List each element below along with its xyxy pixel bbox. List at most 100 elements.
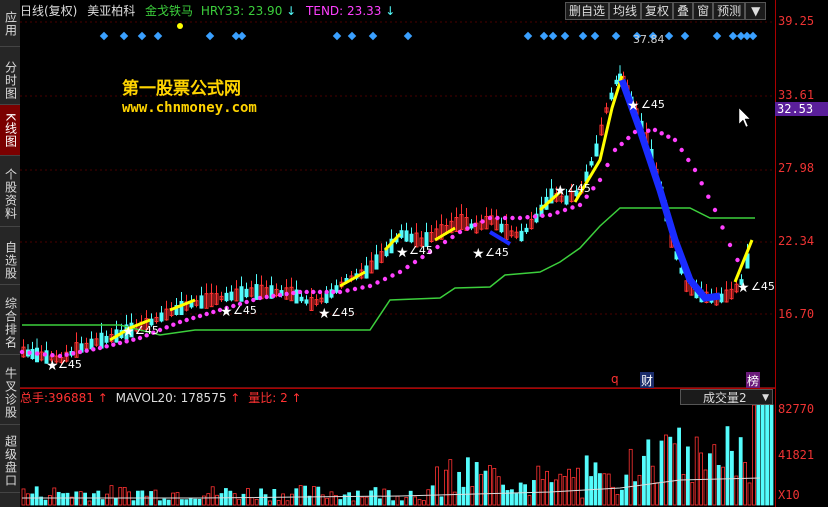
trend-dot [562, 207, 568, 213]
price-tick: 39.25 [778, 14, 815, 28]
volume-bar [210, 486, 215, 506]
trend-dot [502, 215, 508, 221]
diamond-icon [205, 31, 215, 41]
volume-indicator-select[interactable]: 成交量2 ▼ [680, 389, 773, 405]
trend-dot [297, 289, 303, 295]
star-icon: ★ [737, 280, 750, 296]
star-icon: ★ [627, 98, 640, 114]
volume-bar [417, 499, 422, 506]
volume-bar [738, 437, 743, 506]
volume-bar [329, 491, 334, 506]
volume-bar [496, 476, 501, 506]
star-icon: ★ [396, 245, 409, 261]
volume-bar [721, 466, 725, 506]
candle-body [304, 299, 309, 304]
trend-dot [271, 293, 276, 299]
volume-bar [61, 493, 65, 506]
candle-body [104, 335, 109, 343]
trend-dot [171, 322, 176, 327]
candle-body [224, 292, 229, 302]
trend-dot [591, 186, 596, 191]
volume-bar [311, 486, 316, 506]
angle-label: ∠45 [485, 246, 509, 259]
diamond-icon [680, 31, 690, 41]
volume-bar [250, 497, 255, 506]
candle-body [159, 312, 164, 322]
volume-bar [470, 486, 475, 506]
trend-dot [720, 225, 725, 230]
trend-dot [480, 219, 485, 224]
marker-finance[interactable]: 财 [640, 372, 655, 389]
trend-dot [472, 222, 478, 228]
trend-dot [375, 280, 380, 285]
diamond-icon [548, 31, 558, 41]
trend-dot [397, 269, 403, 275]
diamond-icon [560, 31, 570, 41]
volume-bar [686, 446, 690, 506]
trend-dot [64, 352, 69, 357]
volume-bar [523, 484, 527, 506]
diamond-icon [748, 31, 758, 41]
volume-bar [30, 493, 35, 506]
volume-bar [83, 492, 87, 506]
trend-dot [117, 340, 123, 346]
volume-bar [549, 482, 554, 506]
volume-bar [267, 500, 272, 506]
candle-body [499, 223, 504, 233]
volume-bar [166, 499, 171, 506]
trend-dot [27, 350, 32, 355]
candle-body [254, 284, 259, 300]
trend-dot [35, 351, 40, 356]
volume-bar [219, 493, 224, 506]
trend-dot [457, 229, 463, 235]
volume-bar [668, 436, 673, 506]
volume-bar [615, 494, 620, 506]
trend-dot [692, 167, 698, 173]
candle-body [364, 265, 369, 279]
volume-bar [241, 493, 246, 506]
total-volume-value: 396881 [48, 391, 94, 405]
volume-bar [193, 498, 198, 506]
volume-bar [664, 434, 668, 506]
volume-bar [492, 468, 497, 506]
volume-bar [509, 489, 514, 506]
volume-bar [426, 489, 431, 506]
trend-dot [612, 147, 618, 153]
trend-dot [659, 131, 664, 136]
volume-bar [404, 496, 409, 506]
marker-q[interactable]: q [611, 372, 619, 386]
volume-bar [730, 450, 734, 506]
volume-bar [765, 404, 769, 506]
candle-body [324, 293, 329, 303]
volume-bar [25, 493, 30, 506]
trend-dot [264, 294, 269, 300]
volume-bar [435, 466, 440, 506]
cursor-icon [738, 107, 751, 128]
volume-bar [650, 465, 655, 506]
angle-label: ∠45 [567, 182, 591, 195]
diamond-icon [539, 31, 549, 41]
trend-dot [77, 349, 83, 355]
volume-bar [298, 485, 303, 506]
volume-bar [620, 489, 624, 506]
trend-dot [405, 264, 410, 270]
trend-dot [597, 177, 603, 183]
marker-list[interactable]: 榜 [746, 372, 761, 389]
trend-dot [435, 244, 440, 250]
volume-bar [611, 486, 615, 506]
diamond-icon [99, 31, 109, 41]
volume-bar [580, 497, 585, 506]
volume-bar [188, 498, 193, 506]
trend-dot [191, 315, 196, 321]
volume-bar [703, 469, 708, 506]
diamond-icon [611, 31, 621, 41]
volume-bar [171, 492, 176, 506]
trend-dot [204, 311, 209, 317]
volume-bar [237, 498, 242, 506]
candle-body [30, 348, 35, 360]
trend-dot [324, 289, 329, 295]
volume-bar [338, 499, 343, 506]
candle-body [374, 254, 379, 270]
volume-bar [659, 440, 664, 506]
volume-select-value: 成交量2 [703, 391, 747, 405]
